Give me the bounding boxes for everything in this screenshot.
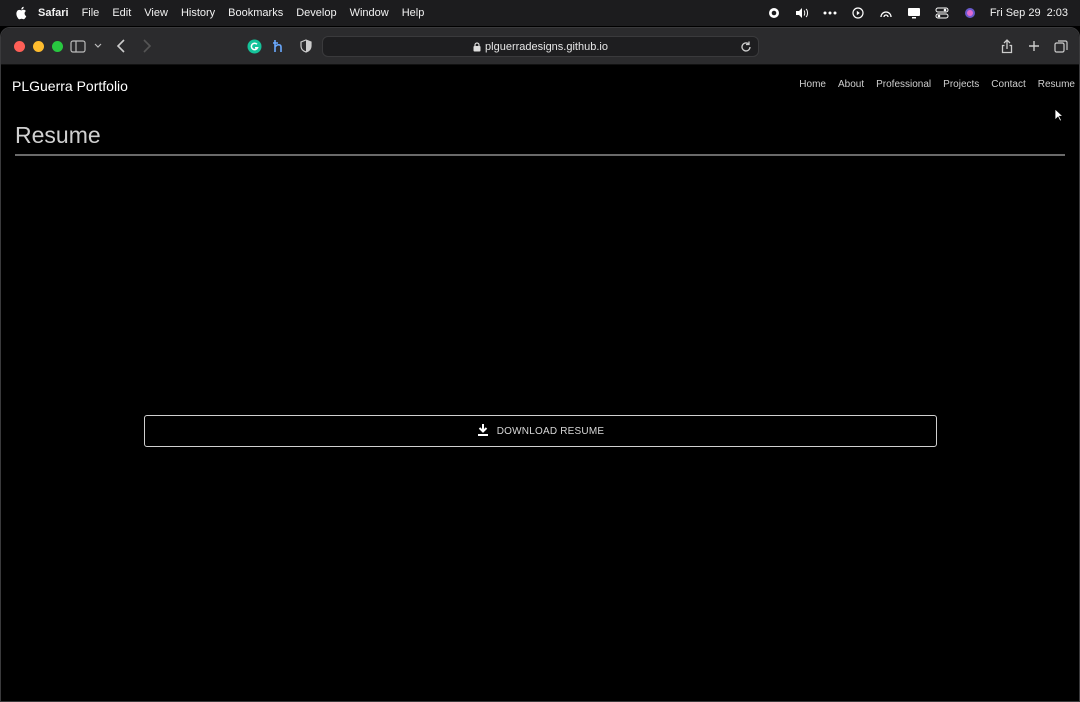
privacy-shield-icon[interactable]: [297, 37, 315, 55]
nav-contact[interactable]: Contact: [991, 79, 1025, 90]
mouse-pointer-icon: [1054, 108, 1065, 127]
minimize-window-button[interactable]: [33, 40, 44, 52]
download-icon: [477, 423, 489, 439]
browser-window: plguerradesigns.github.io PLGuerra Portf…: [0, 27, 1080, 702]
maximize-window-button[interactable]: [52, 40, 63, 52]
grammarly-extension-icon[interactable]: [245, 37, 263, 55]
page-heading: Resume: [15, 122, 101, 148]
menu-bar: Safari File Edit View History Bookmarks …: [0, 0, 1080, 26]
apple-icon[interactable]: [14, 6, 28, 20]
volume-icon[interactable]: [794, 6, 810, 20]
address-bar[interactable]: plguerradesigns.github.io: [322, 36, 759, 57]
menubar-date: Fri Sep 29: [989, 7, 1041, 19]
nav-resume[interactable]: Resume: [1038, 79, 1075, 90]
menu-history[interactable]: History: [181, 7, 215, 19]
browser-toolbar: plguerradesigns.github.io: [1, 28, 1079, 65]
menu-edit[interactable]: Edit: [112, 7, 131, 19]
siri-icon[interactable]: [962, 6, 978, 20]
menubar-time: 2:03: [1046, 7, 1068, 19]
tab-overview-icon[interactable]: [1052, 37, 1070, 55]
record-icon[interactable]: [766, 6, 782, 20]
menubar-clock[interactable]: Fri Sep 29 2:03: [990, 7, 1068, 19]
display-icon[interactable]: [906, 6, 922, 20]
play-icon[interactable]: [850, 6, 866, 20]
menu-view[interactable]: View: [144, 7, 168, 19]
nav-projects[interactable]: Projects: [943, 79, 979, 90]
cloud-icon[interactable]: [878, 6, 894, 20]
menu-help[interactable]: Help: [402, 7, 425, 19]
sidebar-toggle-icon[interactable]: [69, 37, 87, 55]
menu-file[interactable]: File: [82, 7, 100, 19]
download-resume-label: DOWNLOAD RESUME: [496, 425, 605, 437]
web-page: PLGuerra Portfolio Home About Profession…: [1, 66, 1079, 701]
control-center-icon[interactable]: [934, 6, 950, 20]
menu-window[interactable]: Window: [350, 7, 389, 19]
share-icon[interactable]: [998, 37, 1016, 55]
extension-h-icon[interactable]: [270, 37, 288, 55]
back-icon[interactable]: [112, 37, 130, 55]
forward-icon[interactable]: [138, 37, 156, 55]
reload-icon[interactable]: [740, 40, 752, 53]
site-title[interactable]: PLGuerra Portfolio: [12, 78, 128, 94]
window-controls: [14, 40, 63, 52]
menu-app-safari[interactable]: Safari: [38, 7, 69, 19]
new-tab-icon[interactable]: [1025, 37, 1043, 55]
menu-bookmarks[interactable]: Bookmarks: [228, 7, 283, 19]
heading-divider: [15, 154, 1065, 156]
more-icon[interactable]: [822, 6, 838, 20]
lock-icon: [473, 41, 481, 52]
site-nav: Home About Professional Projects Contact…: [799, 79, 1075, 90]
nav-home[interactable]: Home: [799, 79, 826, 90]
chevron-down-icon[interactable]: [89, 37, 107, 55]
url-text: plguerradesigns.github.io: [485, 40, 608, 53]
nav-professional[interactable]: Professional: [876, 79, 931, 90]
download-resume-button[interactable]: DOWNLOAD RESUME: [144, 415, 937, 447]
nav-about[interactable]: About: [838, 79, 864, 90]
close-window-button[interactable]: [14, 40, 25, 52]
menu-develop[interactable]: Develop: [296, 7, 336, 19]
